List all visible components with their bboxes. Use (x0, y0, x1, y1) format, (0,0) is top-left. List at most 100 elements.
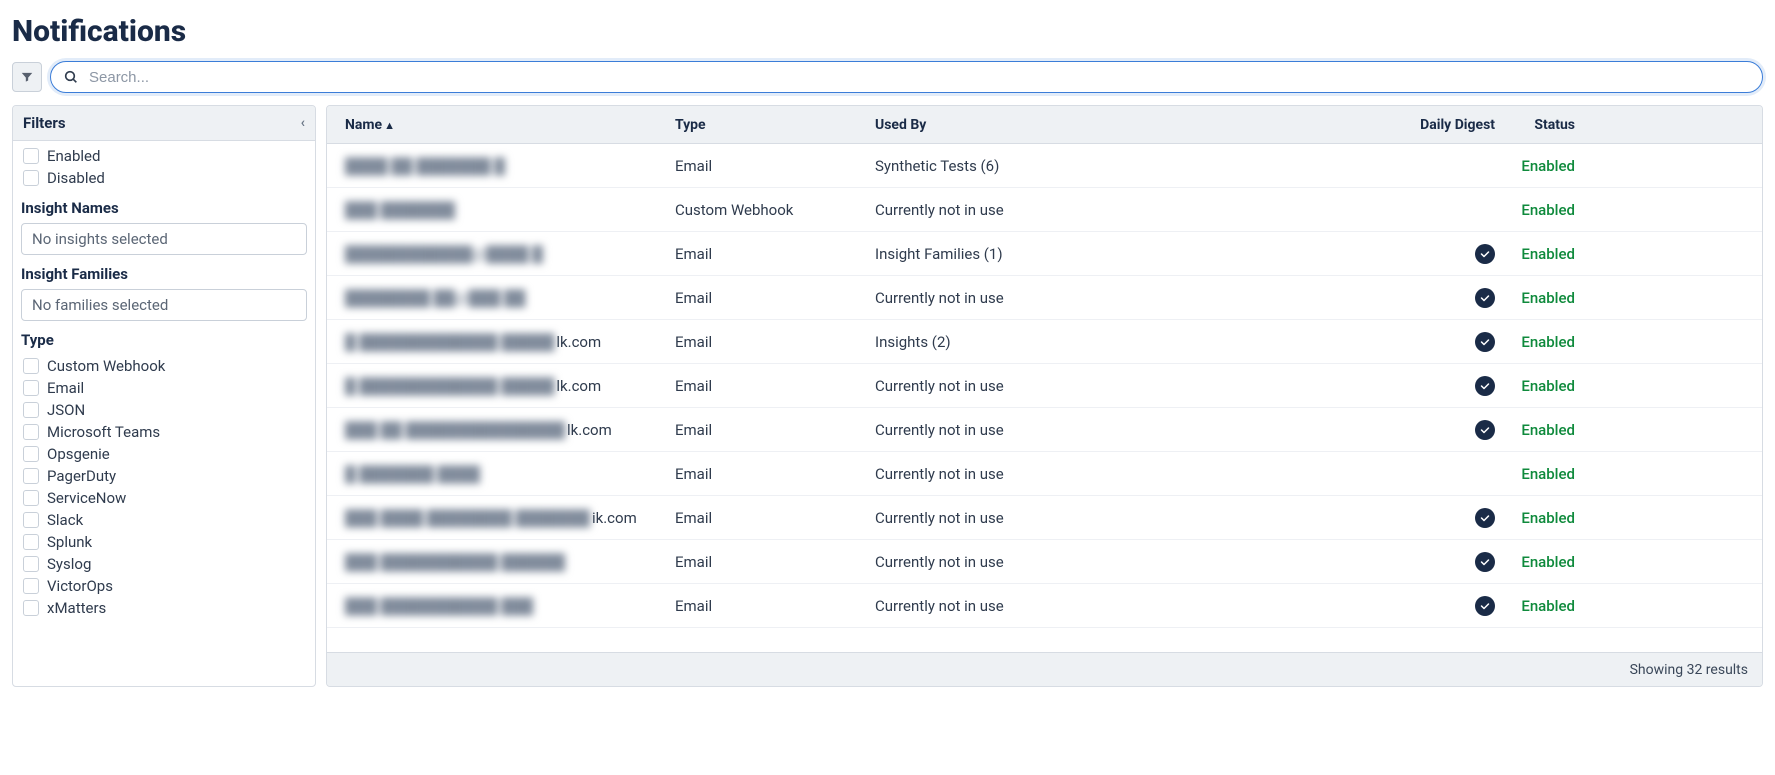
cell-name: ███ ███████████ ██████ (345, 553, 675, 571)
checkbox-label: Enabled (47, 147, 100, 165)
checkbox-icon (23, 578, 39, 594)
filter-type-item[interactable]: Email (21, 377, 307, 399)
cell-name: █ █████████████ █████lk.com (345, 377, 675, 395)
cell-used-by: Insights (2) (875, 333, 1375, 351)
checkbox-icon (23, 148, 39, 164)
cell-daily-digest (1375, 508, 1495, 528)
cell-status: Enabled (1495, 509, 1575, 527)
table-row[interactable]: █ █████████████ █████lk.comEmailInsights… (327, 320, 1762, 364)
table-body[interactable]: ████ ██ ███████ █EmailSynthetic Tests (6… (327, 144, 1762, 652)
cell-status: Enabled (1495, 465, 1575, 483)
table-row[interactable]: ███ ███████████ ███EmailCurrently not in… (327, 584, 1762, 628)
checkbox-icon (23, 534, 39, 550)
check-circle-icon (1475, 596, 1495, 616)
cell-status: Enabled (1495, 421, 1575, 439)
filter-type-item[interactable]: Opsgenie (21, 443, 307, 465)
table-row[interactable]: ███ ████ ████████ ███████ik.comEmailCurr… (327, 496, 1762, 540)
page-title: Notifications (12, 14, 1763, 49)
cell-daily-digest (1375, 288, 1495, 308)
checkbox-label: Syslog (47, 555, 91, 573)
table-row[interactable]: ███ ██ ███████████████lk.comEmailCurrent… (327, 408, 1762, 452)
cell-status: Enabled (1495, 333, 1575, 351)
checkbox-icon (23, 424, 39, 440)
checkbox-label: Slack (47, 511, 83, 529)
cell-type: Email (675, 465, 875, 483)
cell-type: Email (675, 597, 875, 615)
filter-type-item[interactable]: VictorOps (21, 575, 307, 597)
table-row[interactable]: ████████████@████ █EmailInsight Families… (327, 232, 1762, 276)
checkbox-label: Opsgenie (47, 445, 110, 463)
cell-type: Email (675, 333, 875, 351)
cell-daily-digest (1375, 244, 1495, 264)
filter-type-item[interactable]: Splunk (21, 531, 307, 553)
cell-status: Enabled (1495, 377, 1575, 395)
col-header-daily-digest[interactable]: Daily Digest (1375, 117, 1495, 133)
cell-status: Enabled (1495, 553, 1575, 571)
checkbox-label: JSON (47, 401, 85, 419)
check-circle-icon (1475, 508, 1495, 528)
col-header-status[interactable]: Status (1495, 117, 1575, 133)
cell-status: Enabled (1495, 289, 1575, 307)
table-footer: Showing 32 results (327, 652, 1762, 686)
filter-type-item[interactable]: PagerDuty (21, 465, 307, 487)
checkbox-icon (23, 490, 39, 506)
cell-type: Email (675, 421, 875, 439)
filter-state-enabled[interactable]: Enabled (21, 145, 307, 167)
filters-panel: Filters ‹ Enabled Disabled Insight Names… (12, 105, 316, 687)
checkbox-icon (23, 512, 39, 528)
insight-names-select[interactable]: No insights selected (21, 223, 307, 255)
search-input[interactable] (87, 68, 1750, 87)
checkbox-label: Email (47, 379, 84, 397)
table-row[interactable]: ███ ███████████ ██████EmailCurrently not… (327, 540, 1762, 584)
cell-type: Custom Webhook (675, 201, 875, 219)
filter-type-item[interactable]: ServiceNow (21, 487, 307, 509)
cell-name: ████ ██ ███████ █ (345, 157, 675, 175)
check-circle-icon (1475, 244, 1495, 264)
check-circle-icon (1475, 420, 1495, 440)
checkbox-label: PagerDuty (47, 467, 116, 485)
col-header-type[interactable]: Type (675, 117, 875, 133)
table-row[interactable]: ███ ███████Custom WebhookCurrently not i… (327, 188, 1762, 232)
cell-used-by: Currently not in use (875, 465, 1375, 483)
filter-toggle-button[interactable] (12, 62, 42, 92)
cell-used-by: Currently not in use (875, 289, 1375, 307)
cell-daily-digest (1375, 420, 1495, 440)
insight-families-select[interactable]: No families selected (21, 289, 307, 321)
check-circle-icon (1475, 376, 1495, 396)
col-header-name[interactable]: Name▲ (345, 117, 675, 133)
cell-type: Email (675, 377, 875, 395)
funnel-icon (20, 70, 34, 84)
table-header-row: Name▲ Type Used By Daily Digest Status (327, 106, 1762, 144)
checkbox-label: VictorOps (47, 577, 113, 595)
filter-state-disabled[interactable]: Disabled (21, 167, 307, 189)
cell-name: ███ ███████ (345, 201, 675, 219)
filter-type-item[interactable]: Syslog (21, 553, 307, 575)
filters-collapse-button[interactable]: ‹ (301, 115, 305, 131)
filter-section-type: Type (21, 331, 307, 349)
table-row[interactable]: ████████ ██@███ ██EmailCurrently not in … (327, 276, 1762, 320)
filter-type-item[interactable]: JSON (21, 399, 307, 421)
cell-used-by: Insight Families (1) (875, 245, 1375, 263)
cell-status: Enabled (1495, 157, 1575, 175)
table-row[interactable]: █ █████████████ █████lk.comEmailCurrentl… (327, 364, 1762, 408)
search-field-wrap[interactable] (50, 61, 1763, 93)
search-icon (63, 69, 79, 85)
filter-type-item[interactable]: Slack (21, 509, 307, 531)
filter-type-item[interactable]: Microsoft Teams (21, 421, 307, 443)
checkbox-icon (23, 468, 39, 484)
cell-type: Email (675, 289, 875, 307)
cell-type: Email (675, 157, 875, 175)
col-header-used-by[interactable]: Used By (875, 117, 1375, 133)
checkbox-label: xMatters (47, 599, 106, 617)
cell-name: ████████ ██@███ ██ (345, 289, 675, 307)
table-row[interactable]: █ ███████ ████EmailCurrently not in useE… (327, 452, 1762, 496)
filter-type-item[interactable]: Custom Webhook (21, 355, 307, 377)
checkbox-icon (23, 556, 39, 572)
table-row[interactable]: ████ ██ ███████ █EmailSynthetic Tests (6… (327, 144, 1762, 188)
filter-type-item[interactable]: xMatters (21, 597, 307, 619)
checkbox-icon (23, 170, 39, 186)
checkbox-icon (23, 600, 39, 616)
filter-section-insight-families: Insight Families (21, 265, 307, 283)
cell-status: Enabled (1495, 201, 1575, 219)
check-circle-icon (1475, 552, 1495, 572)
